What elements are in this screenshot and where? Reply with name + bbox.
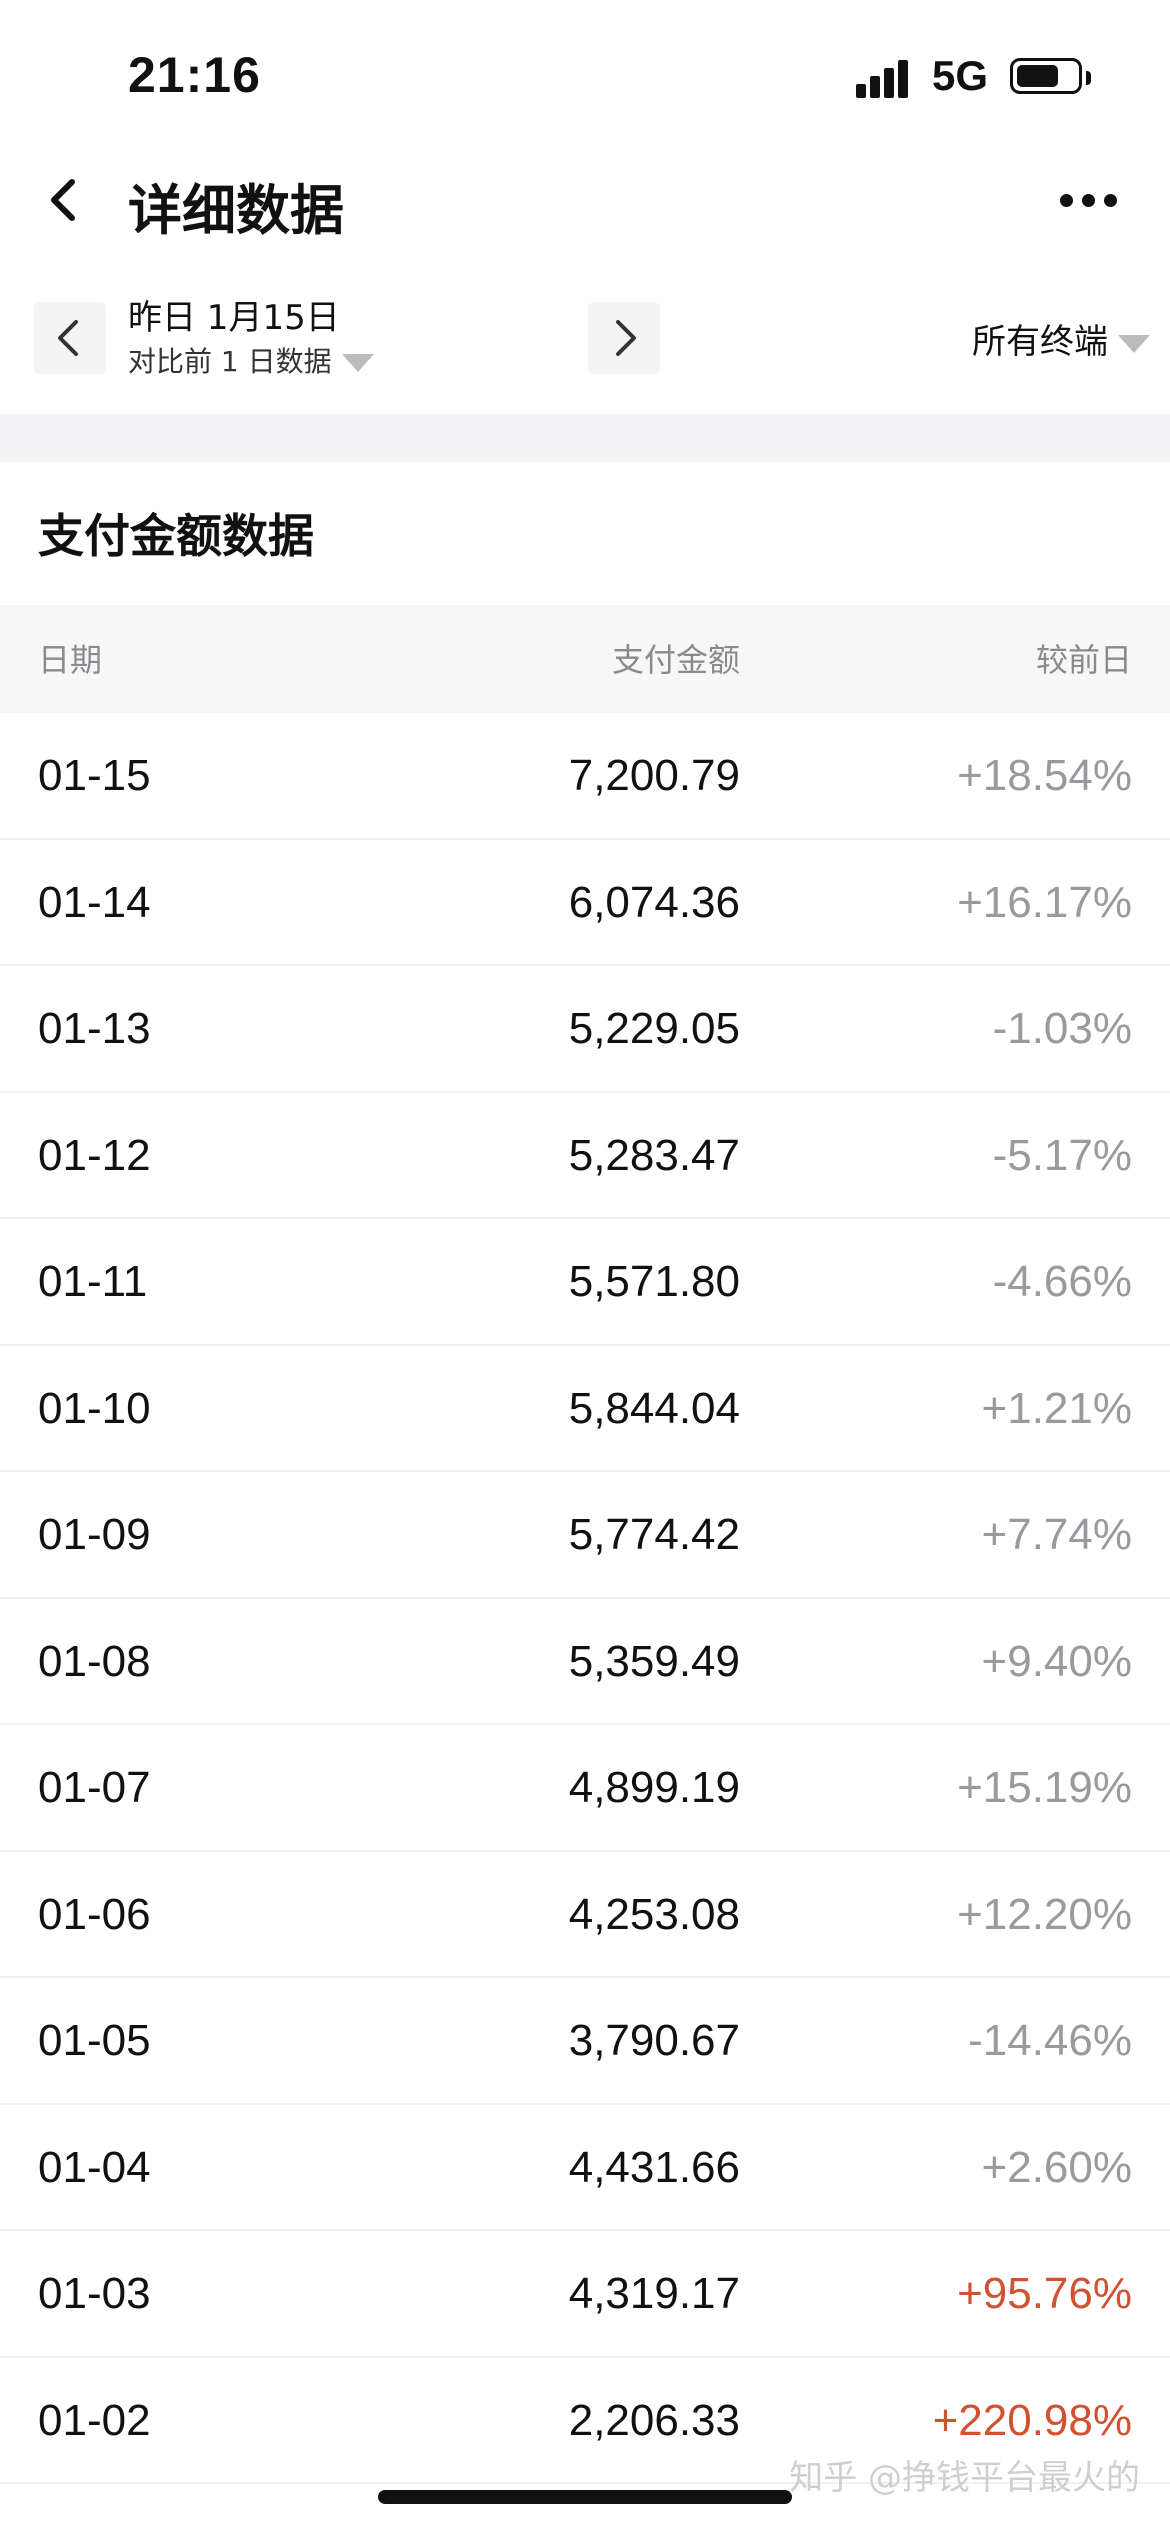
table-row: 01-04 4,431.66 +2.60% xyxy=(0,2105,1170,2231)
table-row: 01-14 6,074.36 +16.17% xyxy=(0,840,1170,966)
caret-down-icon xyxy=(341,354,374,372)
network-type: 5G xyxy=(932,52,989,99)
table-row: 01-13 5,229.05 -1.03% xyxy=(0,966,1170,1093)
table-row: 01-11 5,571.80 -4.66% xyxy=(0,1219,1170,1346)
date-label: 昨日 1月15日 xyxy=(128,298,340,338)
more-icon[interactable] xyxy=(1060,190,1120,210)
table-row: 01-09 5,774.42 +7.74% xyxy=(0,1472,1170,1599)
row-amount: 5,229.05 xyxy=(568,1004,740,1053)
table-body: 01-15 7,200.79 +18.54% 01-14 6,074.36 +16.17… xyxy=(0,713,1170,2484)
row-date: 01-03 xyxy=(38,2269,151,2318)
row-amount: 5,283.47 xyxy=(568,1130,740,1180)
compare-label: 对比前 1 日数据 xyxy=(128,345,332,378)
row-change: +16.17% xyxy=(957,877,1132,927)
table-row: 01-10 5,844.04 +1.21% xyxy=(0,1346,1170,1472)
table-row: 01-15 7,200.79 +18.54% xyxy=(0,713,1170,840)
row-date: 01-10 xyxy=(38,1383,151,1433)
battery-level xyxy=(1017,65,1058,87)
table-row: 01-06 4,253.08 +12.20% xyxy=(0,1852,1170,1978)
row-date: 01-11 xyxy=(38,1257,148,1306)
row-date: 01-05 xyxy=(38,2016,151,2065)
table-header: 日期 支付金额 较前日 xyxy=(0,605,1170,713)
date-selector: 昨日 1月15日 对比前 1 日数据 所有终端 xyxy=(0,290,1170,390)
row-amount: 5,571.80 xyxy=(568,1257,740,1306)
terminal-dropdown[interactable]: 所有终端 xyxy=(972,314,1150,363)
page-title: 详细数据 xyxy=(128,179,344,242)
row-change: +18.54% xyxy=(957,751,1132,800)
header-date: 日期 xyxy=(38,641,103,679)
row-change: +12.20% xyxy=(957,1889,1132,1939)
table-row: 01-07 4,899.19 +15.19% xyxy=(0,1725,1170,1852)
row-date: 01-08 xyxy=(38,1636,151,1686)
row-amount: 6,074.36 xyxy=(568,877,740,927)
signal-icon xyxy=(856,58,912,98)
row-date: 01-07 xyxy=(38,1763,151,1812)
watermark: 知乎 @挣钱平台最火的 xyxy=(789,2458,1140,2498)
row-amount: 5,359.49 xyxy=(568,1636,740,1686)
nav-bar: 详细数据 xyxy=(0,150,1170,250)
row-change: -14.46% xyxy=(968,2016,1132,2065)
status-time: 21:16 xyxy=(128,47,261,103)
header-change: 较前日 xyxy=(1035,641,1132,679)
row-change: +1.21% xyxy=(981,1383,1132,1433)
table-row: 01-12 5,283.47 -5.17% xyxy=(0,1093,1170,1219)
row-date: 01-09 xyxy=(38,1510,151,1559)
row-amount: 4,253.08 xyxy=(568,1889,740,1939)
prev-date-button[interactable] xyxy=(34,302,106,374)
battery-icon xyxy=(1010,58,1091,94)
row-change: +9.40% xyxy=(981,1636,1132,1686)
row-change: +2.60% xyxy=(981,2142,1132,2192)
terminal-label: 所有终端 xyxy=(972,322,1108,362)
row-date: 01-02 xyxy=(38,2395,151,2445)
row-amount: 3,790.67 xyxy=(568,2016,740,2065)
row-change: +95.76% xyxy=(957,2269,1132,2318)
row-amount: 4,319.17 xyxy=(568,2269,740,2318)
status-bar: 21:16 5G xyxy=(0,0,1170,150)
row-date: 01-14 xyxy=(38,877,151,927)
row-amount: 7,200.79 xyxy=(568,751,740,800)
table-row: 01-05 3,790.67 -14.46% xyxy=(0,1978,1170,2105)
row-date: 01-15 xyxy=(38,751,151,800)
row-date: 01-04 xyxy=(38,2142,151,2192)
table-row: 01-03 4,319.17 +95.76% xyxy=(0,2231,1170,2358)
caret-down-icon xyxy=(1118,334,1150,353)
row-amount: 2,206.33 xyxy=(568,2395,740,2445)
row-change: +15.19% xyxy=(957,1763,1132,1812)
section-divider xyxy=(0,414,1170,462)
chevron-left-icon xyxy=(58,320,78,356)
row-date: 01-13 xyxy=(38,1004,151,1053)
row-change: -1.03% xyxy=(992,1004,1132,1053)
row-amount: 5,774.42 xyxy=(568,1510,740,1559)
row-amount: 5,844.04 xyxy=(568,1383,740,1433)
row-date: 01-06 xyxy=(38,1889,151,1939)
table-row: 01-08 5,359.49 +9.40% xyxy=(0,1599,1170,1725)
row-change: -5.17% xyxy=(992,1130,1132,1180)
row-amount: 4,431.66 xyxy=(568,2142,740,2192)
row-date: 01-12 xyxy=(38,1130,151,1180)
back-icon[interactable] xyxy=(40,176,88,224)
row-change: +7.74% xyxy=(981,1510,1132,1559)
row-amount: 4,899.19 xyxy=(568,1763,740,1812)
chevron-right-icon xyxy=(616,320,636,356)
home-indicator xyxy=(378,2490,792,2504)
row-change: -4.66% xyxy=(992,1257,1132,1306)
section-title: 支付金额数据 xyxy=(38,509,314,563)
page: 21:16 5G 详细数据 昨日 1月15日 对比前 1 日数据 所有终端 支付… xyxy=(0,0,1170,2532)
next-date-button[interactable] xyxy=(588,302,660,374)
row-change: +220.98% xyxy=(932,2395,1132,2445)
header-amount: 支付金额 xyxy=(611,641,740,679)
compare-dropdown[interactable]: 对比前 1 日数据 xyxy=(128,340,374,380)
